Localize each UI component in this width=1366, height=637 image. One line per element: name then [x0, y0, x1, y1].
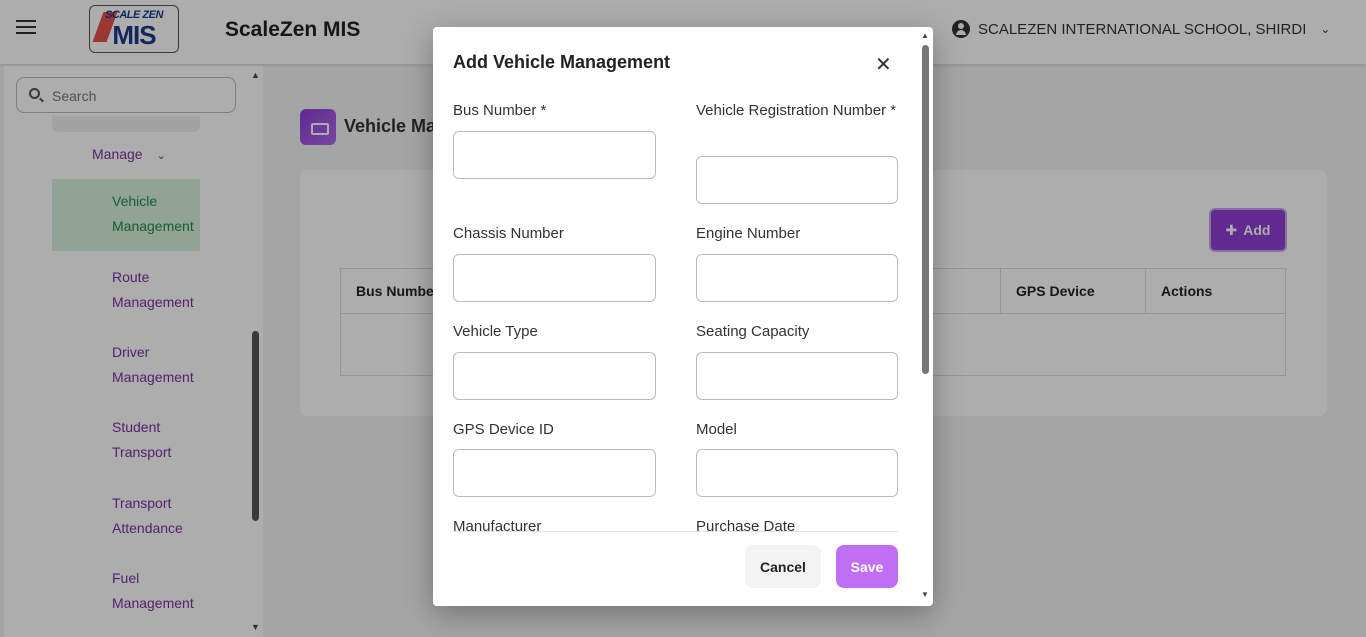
chassis-number-label: Chassis Number [453, 225, 564, 242]
model-field[interactable] [696, 449, 898, 497]
vehicle-type-field[interactable] [453, 352, 656, 400]
bus-number-field[interactable] [453, 131, 656, 179]
engine-number-label: Engine Number [696, 225, 801, 242]
vehicle-registration-field[interactable] [696, 156, 898, 204]
scroll-down-arrow[interactable]: ▼ [921, 590, 929, 599]
seating-capacity-field[interactable] [696, 352, 898, 400]
chassis-number-field[interactable] [453, 254, 656, 302]
model-label: Model [696, 421, 737, 438]
engine-number-field[interactable] [696, 254, 898, 302]
bus-number-label: Bus Number * [453, 102, 547, 119]
footer-divider [453, 531, 898, 532]
modal-footer: Cancel Save [433, 532, 918, 606]
gps-device-id-label: GPS Device ID [453, 421, 554, 438]
seating-capacity-label: Seating Capacity [696, 323, 810, 340]
add-vehicle-modal: Add Vehicle Management ✕ Bus Number * Ve… [433, 27, 933, 606]
modal-title: Add Vehicle Management [453, 52, 671, 72]
gps-device-id-field[interactable] [453, 449, 656, 497]
modal-scrollbar[interactable] [922, 45, 929, 374]
close-icon[interactable]: ✕ [875, 55, 892, 75]
scroll-up-arrow[interactable]: ▲ [921, 31, 929, 40]
cancel-button[interactable]: Cancel [745, 545, 821, 588]
vehicle-type-label: Vehicle Type [453, 323, 538, 340]
vehicle-registration-label: Vehicle Registration Number * [696, 102, 897, 119]
save-button[interactable]: Save [836, 545, 898, 588]
